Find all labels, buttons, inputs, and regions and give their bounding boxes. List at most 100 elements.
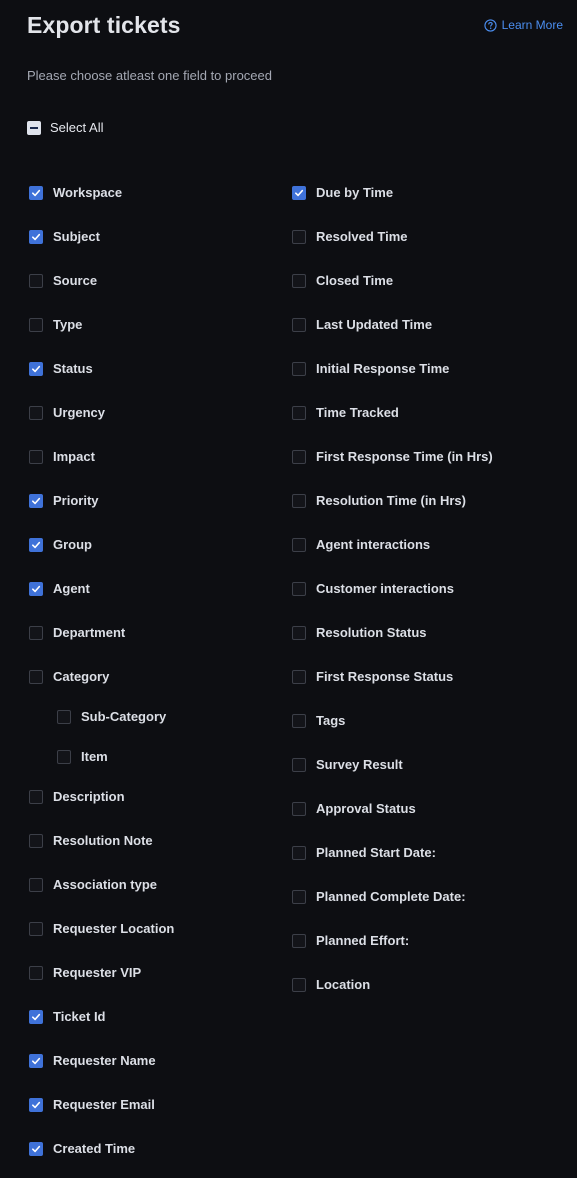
field-label: Item — [81, 749, 108, 764]
field-checkbox-type[interactable]: Type — [29, 317, 82, 332]
checkbox-unchecked-icon — [57, 749, 71, 764]
field-label: Closed Time — [316, 273, 394, 288]
checkbox-unchecked-icon — [292, 845, 306, 860]
field-label: Priority — [53, 493, 99, 508]
field-label: Approval Status — [316, 801, 416, 816]
checkbox-unchecked-icon — [29, 833, 43, 848]
checkbox-checked-icon — [29, 1141, 43, 1156]
instruction-text: Please choose atleast one field to proce… — [27, 68, 273, 83]
field-label: Location — [316, 977, 371, 992]
field-checkbox-planned-complete-date[interactable]: Planned Complete Date: — [292, 889, 466, 904]
field-label: Status — [53, 361, 93, 376]
field-checkbox-category[interactable]: Category — [29, 669, 109, 684]
field-checkbox-department[interactable]: Department — [29, 625, 125, 640]
checkbox-unchecked-icon — [292, 537, 306, 552]
field-checkbox-ticket-id[interactable]: Ticket Id — [29, 1009, 106, 1024]
field-checkbox-requester-location[interactable]: Requester Location — [29, 921, 174, 936]
checkbox-unchecked-icon — [292, 801, 306, 816]
field-checkbox-subject[interactable]: Subject — [29, 229, 100, 244]
field-checkbox-created-time[interactable]: Created Time — [29, 1141, 135, 1156]
field-checkbox-workspace[interactable]: Workspace — [29, 185, 122, 200]
field-checkbox-status[interactable]: Status — [29, 361, 93, 376]
learn-more-link[interactable]: Learn More — [483, 18, 563, 32]
checkbox-checked-icon — [29, 361, 43, 376]
field-label: Requester Email — [53, 1097, 155, 1112]
field-checkbox-last-updated-time[interactable]: Last Updated Time — [292, 317, 432, 332]
field-checkbox-planned-effort[interactable]: Planned Effort: — [292, 933, 409, 948]
field-label: Association type — [53, 877, 158, 892]
field-checkbox-item[interactable]: Item — [57, 749, 108, 764]
checkbox-unchecked-icon — [29, 921, 43, 936]
field-checkbox-sub-category[interactable]: Sub-Category — [57, 709, 166, 724]
field-checkbox-planned-start-date[interactable]: Planned Start Date: — [292, 845, 436, 860]
field-checkbox-agent[interactable]: Agent — [29, 581, 90, 596]
field-checkbox-source[interactable]: Source — [29, 273, 97, 288]
select-all-label: Select All — [50, 120, 104, 135]
field-checkbox-association-type[interactable]: Association type — [29, 877, 157, 892]
checkbox-unchecked-icon — [292, 713, 306, 728]
field-label: Requester VIP — [53, 965, 142, 980]
field-label: Impact — [53, 449, 95, 464]
field-checkbox-first-response-status[interactable]: First Response Status — [292, 669, 453, 684]
field-checkbox-customer-interactions[interactable]: Customer interactions — [292, 581, 454, 596]
field-checkbox-impact[interactable]: Impact — [29, 449, 95, 464]
checkbox-unchecked-icon — [29, 273, 43, 288]
checkbox-checked-icon — [29, 1097, 43, 1112]
field-label: Resolution Note — [53, 833, 153, 848]
field-checkbox-location[interactable]: Location — [292, 977, 370, 992]
checkbox-unchecked-icon — [29, 449, 43, 464]
field-label: Type — [53, 317, 83, 332]
field-checkbox-time-tracked[interactable]: Time Tracked — [292, 405, 399, 420]
field-label: Survey Result — [316, 757, 403, 772]
checkbox-unchecked-icon — [29, 625, 43, 640]
field-label: Source — [53, 273, 98, 288]
field-checkbox-requester-name[interactable]: Requester Name — [29, 1053, 156, 1068]
checkbox-checked-icon — [29, 581, 43, 596]
field-label: Agent interactions — [316, 537, 431, 552]
field-checkbox-group[interactable]: Group — [29, 537, 92, 552]
field-checkbox-approval-status[interactable]: Approval Status — [292, 801, 416, 816]
field-checkbox-tags[interactable]: Tags — [292, 713, 345, 728]
checkbox-unchecked-icon — [292, 669, 306, 684]
learn-more-label: Learn More — [501, 18, 563, 32]
checkbox-checked-icon — [29, 1053, 43, 1068]
checkbox-unchecked-icon — [292, 493, 306, 508]
page-title: Export tickets — [27, 12, 181, 38]
field-label: Resolution Time (in Hrs) — [316, 493, 466, 508]
field-label: Requester Location — [53, 921, 175, 936]
field-checkbox-resolution-status[interactable]: Resolution Status — [292, 625, 427, 640]
select-all-checkbox[interactable]: Select All — [27, 120, 103, 135]
field-checkbox-urgency[interactable]: Urgency — [29, 405, 105, 420]
field-label: Description — [53, 789, 125, 804]
field-checkbox-agent-interactions[interactable]: Agent interactions — [292, 537, 430, 552]
field-checkbox-resolution-note[interactable]: Resolution Note — [29, 833, 153, 848]
field-checkbox-survey-result[interactable]: Survey Result — [292, 757, 403, 772]
field-checkbox-first-response-time-in-hrs[interactable]: First Response Time (in Hrs) — [292, 449, 493, 464]
checkbox-checked-icon — [29, 537, 43, 552]
field-label: Workspace — [53, 185, 123, 200]
field-checkbox-due-by-time[interactable]: Due by Time — [292, 185, 393, 200]
field-checkbox-requester-vip[interactable]: Requester VIP — [29, 965, 141, 980]
field-label: Planned Start Date: — [316, 845, 436, 860]
field-label: First Response Time (in Hrs) — [316, 449, 493, 464]
field-checkbox-closed-time[interactable]: Closed Time — [292, 273, 393, 288]
field-label: Resolution Status — [316, 625, 427, 640]
field-checkbox-description[interactable]: Description — [29, 789, 125, 804]
checkbox-unchecked-icon — [292, 229, 306, 244]
checkbox-unchecked-icon — [29, 965, 43, 980]
field-checkbox-initial-response-time[interactable]: Initial Response Time — [292, 361, 449, 376]
checkbox-unchecked-icon — [29, 877, 43, 892]
checkbox-unchecked-icon — [29, 789, 43, 804]
field-label: Sub-Category — [81, 709, 167, 724]
field-checkbox-requester-email[interactable]: Requester Email — [29, 1097, 155, 1112]
help-circle-icon — [483, 18, 497, 32]
field-checkbox-resolution-time-in-hrs[interactable]: Resolution Time (in Hrs) — [292, 493, 466, 508]
field-label: Initial Response Time — [316, 361, 450, 376]
checkbox-unchecked-icon — [292, 977, 306, 992]
field-label: Requester Name — [53, 1053, 156, 1068]
checkbox-checked-icon — [29, 229, 43, 244]
field-checkbox-priority[interactable]: Priority — [29, 493, 99, 508]
checkbox-unchecked-icon — [292, 889, 306, 904]
checkbox-unchecked-icon — [29, 317, 43, 332]
field-checkbox-resolved-time[interactable]: Resolved Time — [292, 229, 408, 244]
